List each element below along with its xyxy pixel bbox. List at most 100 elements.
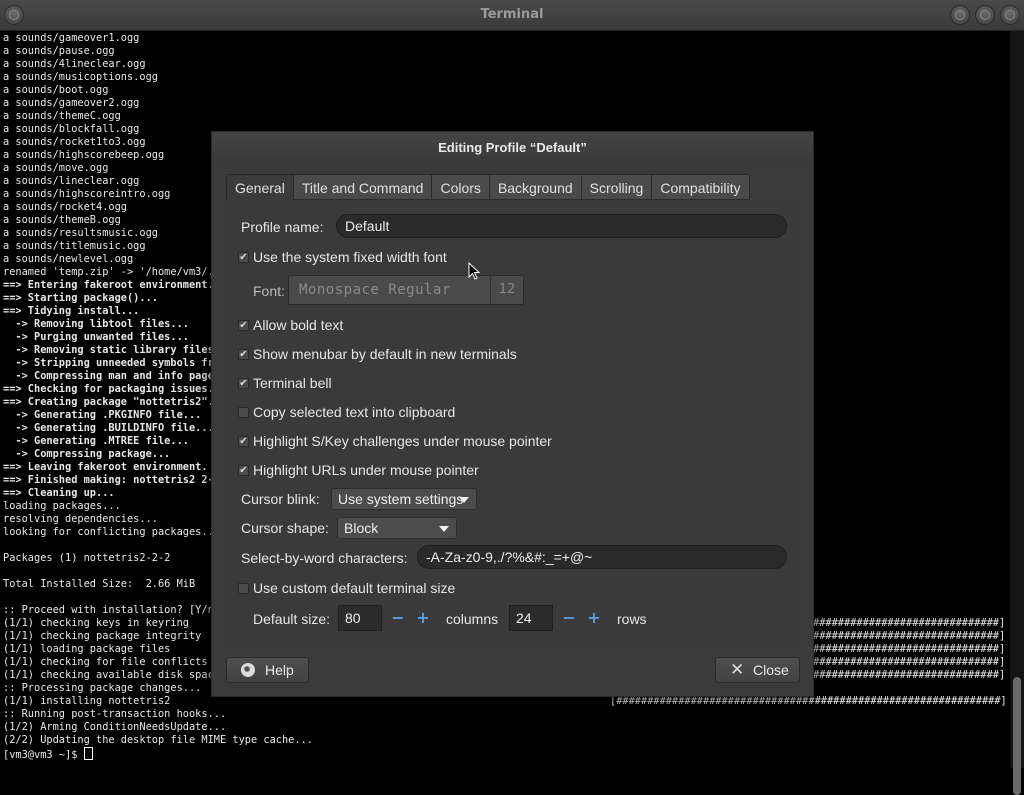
- terminal-line: loading packages...: [3, 500, 121, 512]
- columns-label: columns: [446, 611, 499, 627]
- tab-general[interactable]: General: [226, 174, 294, 202]
- highlight-skey-checkbox[interactable]: ✔: [238, 436, 249, 447]
- terminal-line: (1/1) checking for file conflicts: [3, 656, 208, 668]
- show-menubar-checkbox[interactable]: ✔: [238, 349, 249, 360]
- terminal-line: a sounds/themeB.ogg: [3, 214, 121, 226]
- close-button[interactable]: ✕ Close: [715, 657, 800, 683]
- terminal-line: -> Stripping unneeded symbols fro: [3, 357, 220, 369]
- general-pane: Profile name: Default ✔ Use the system f…: [226, 201, 800, 645]
- terminal-bell-label[interactable]: Terminal bell: [253, 375, 332, 391]
- terminal-line: a sounds/blockfall.ogg: [3, 123, 140, 135]
- chevron-down-icon: [459, 497, 469, 503]
- close-button-label: Close: [753, 662, 789, 678]
- terminal-line: a sounds/gameover2.ogg: [3, 97, 140, 109]
- terminal-scrollbar[interactable]: [1010, 31, 1024, 795]
- terminal-line: ==> Tidying install...: [3, 305, 140, 317]
- font-size: 12: [490, 276, 523, 304]
- profile-dialog: Editing Profile “Default” General Title …: [211, 131, 814, 697]
- terminal-line: Packages (1) nottetris2-2-2: [3, 552, 171, 564]
- allow-bold-checkbox[interactable]: ✔: [238, 320, 249, 331]
- terminal-line: Total Installed Size: 2.66 MiB: [3, 578, 196, 590]
- copy-clipboard-checkbox[interactable]: [238, 407, 249, 418]
- progress-line: ##############################] 100%: [813, 617, 1024, 629]
- dialog-title: Editing Profile “Default”: [438, 140, 587, 155]
- highlight-urls-label[interactable]: Highlight URLs under mouse pointer: [253, 462, 479, 478]
- terminal-prompt-line[interactable]: [vm3@vm3 ~]$: [3, 747, 93, 761]
- columns-input[interactable]: 80: [338, 605, 382, 631]
- terminal-line: -> Removing static library files.: [3, 344, 220, 356]
- font-name: Monospace Regular: [299, 282, 451, 298]
- select-word-label: Select-by-word characters:: [241, 550, 408, 566]
- show-menubar-label[interactable]: Show menubar by default in new terminals: [253, 346, 517, 362]
- progress-line: ##############################] 100%: [813, 656, 1024, 668]
- terminal-line: (1/1) loading package files: [3, 643, 171, 655]
- rows-label: rows: [617, 611, 647, 627]
- terminal-line: -> Purging unwanted files...: [3, 331, 189, 343]
- use-system-font-label[interactable]: Use the system fixed width font: [253, 249, 447, 265]
- allow-bold-label[interactable]: Allow bold text: [253, 317, 343, 333]
- terminal-line: a sounds/newlevel.ogg: [3, 253, 134, 265]
- profile-name-input[interactable]: Default: [336, 214, 787, 238]
- terminal-line: a sounds/boot.ogg: [3, 84, 109, 96]
- tab-compatibility[interactable]: Compatibility: [652, 174, 750, 200]
- terminal-bell-checkbox[interactable]: ✔: [238, 378, 249, 389]
- terminal-line: a sounds/resultsmusic.ogg: [3, 227, 158, 239]
- progress-line: ##############################] 100%: [813, 669, 1024, 681]
- default-size-label: Default size:: [253, 611, 331, 627]
- help-button[interactable]: Help: [226, 657, 309, 683]
- progress-line: ##############################] 100%: [813, 643, 1024, 655]
- terminal-line: (2/2) Updating the desktop file MIME typ…: [3, 734, 313, 746]
- profile-name-label: Profile name:: [241, 219, 324, 235]
- cursor-blink-value: Use system settings: [338, 491, 464, 507]
- cursor-shape-label: Cursor shape:: [241, 520, 329, 536]
- progress-line: ##############################] 100%: [813, 630, 1024, 642]
- terminal-line: a sounds/highscoreintro.ogg: [3, 188, 171, 200]
- terminal-line: ==> Checking for packaging issues..: [3, 383, 220, 395]
- terminal-line: -> Generating .BUILDINFO file...: [3, 422, 214, 434]
- terminal-line: looking for conflicting packages...: [3, 526, 220, 538]
- terminal-line: a sounds/rocket1to3.ogg: [3, 136, 146, 148]
- rows-input[interactable]: 24: [509, 605, 553, 631]
- terminal-line: :: Proceed with installation? [Y/n]: [3, 604, 220, 616]
- columns-decrement-icon[interactable]: −: [391, 610, 405, 626]
- terminal-line: (1/1) checking keys in keyring: [3, 617, 189, 629]
- minimize-icon[interactable]: [950, 5, 970, 25]
- terminal-line: renamed 'temp.zip' -> '/home/vm3/.c: [3, 266, 220, 278]
- terminal-line: (1/2) Arming ConditionNeedsUpdate...: [3, 721, 227, 733]
- terminal-line: resolving dependencies...: [3, 513, 158, 525]
- scrollbar-thumb[interactable]: [1013, 677, 1021, 795]
- terminal-titlebar[interactable]: Terminal: [0, 0, 1024, 31]
- terminal-line: -> Removing libtool files...: [3, 318, 189, 330]
- tab-background[interactable]: Background: [489, 174, 582, 200]
- custom-size-checkbox[interactable]: [238, 583, 249, 594]
- use-system-font-checkbox[interactable]: ✔: [238, 252, 249, 263]
- terminal-line: ==> Finished making: nottetris2 2-2: [3, 474, 220, 486]
- terminal-line: a sounds/titlemusic.ogg: [3, 240, 146, 252]
- maximize-icon[interactable]: [975, 5, 995, 25]
- columns-increment-icon[interactable]: +: [416, 610, 430, 626]
- terminal-line: -> Compressing man and info pages: [3, 370, 220, 382]
- highlight-urls-checkbox[interactable]: ✔: [238, 465, 249, 476]
- select-word-input[interactable]: -A-Za-z0-9,./?%&#:_=+@~: [417, 545, 787, 569]
- tab-colors[interactable]: Colors: [432, 174, 490, 200]
- copy-clipboard-label[interactable]: Copy selected text into clipboard: [253, 404, 455, 420]
- terminal-line: a sounds/themeC.ogg: [3, 110, 121, 122]
- close-window-icon[interactable]: [1000, 5, 1020, 25]
- help-button-label: Help: [265, 662, 294, 678]
- dialog-header[interactable]: Editing Profile “Default”: [212, 132, 813, 164]
- terminal-line: ==> Starting package()...: [3, 292, 158, 304]
- rows-decrement-icon[interactable]: −: [562, 610, 576, 626]
- terminal-line: :: Processing package changes...: [3, 682, 202, 694]
- cursor-shape-select[interactable]: Block: [337, 517, 457, 539]
- font-chooser-button[interactable]: Monospace Regular 12: [288, 275, 524, 305]
- cursor-blink-select[interactable]: Use system settings: [331, 488, 477, 510]
- highlight-skey-label[interactable]: Highlight S/Key challenges under mouse p…: [253, 433, 552, 449]
- tab-scrolling[interactable]: Scrolling: [581, 174, 653, 200]
- terminal-line: -> Compressing package...: [3, 448, 171, 460]
- window-title: Terminal: [480, 7, 544, 22]
- chevron-down-icon: [439, 526, 449, 532]
- terminal-line: a sounds/musicoptions.ogg: [3, 71, 158, 83]
- rows-increment-icon[interactable]: +: [587, 610, 601, 626]
- tab-title-and-command[interactable]: Title and Command: [293, 174, 433, 200]
- custom-size-label[interactable]: Use custom default terminal size: [253, 580, 455, 596]
